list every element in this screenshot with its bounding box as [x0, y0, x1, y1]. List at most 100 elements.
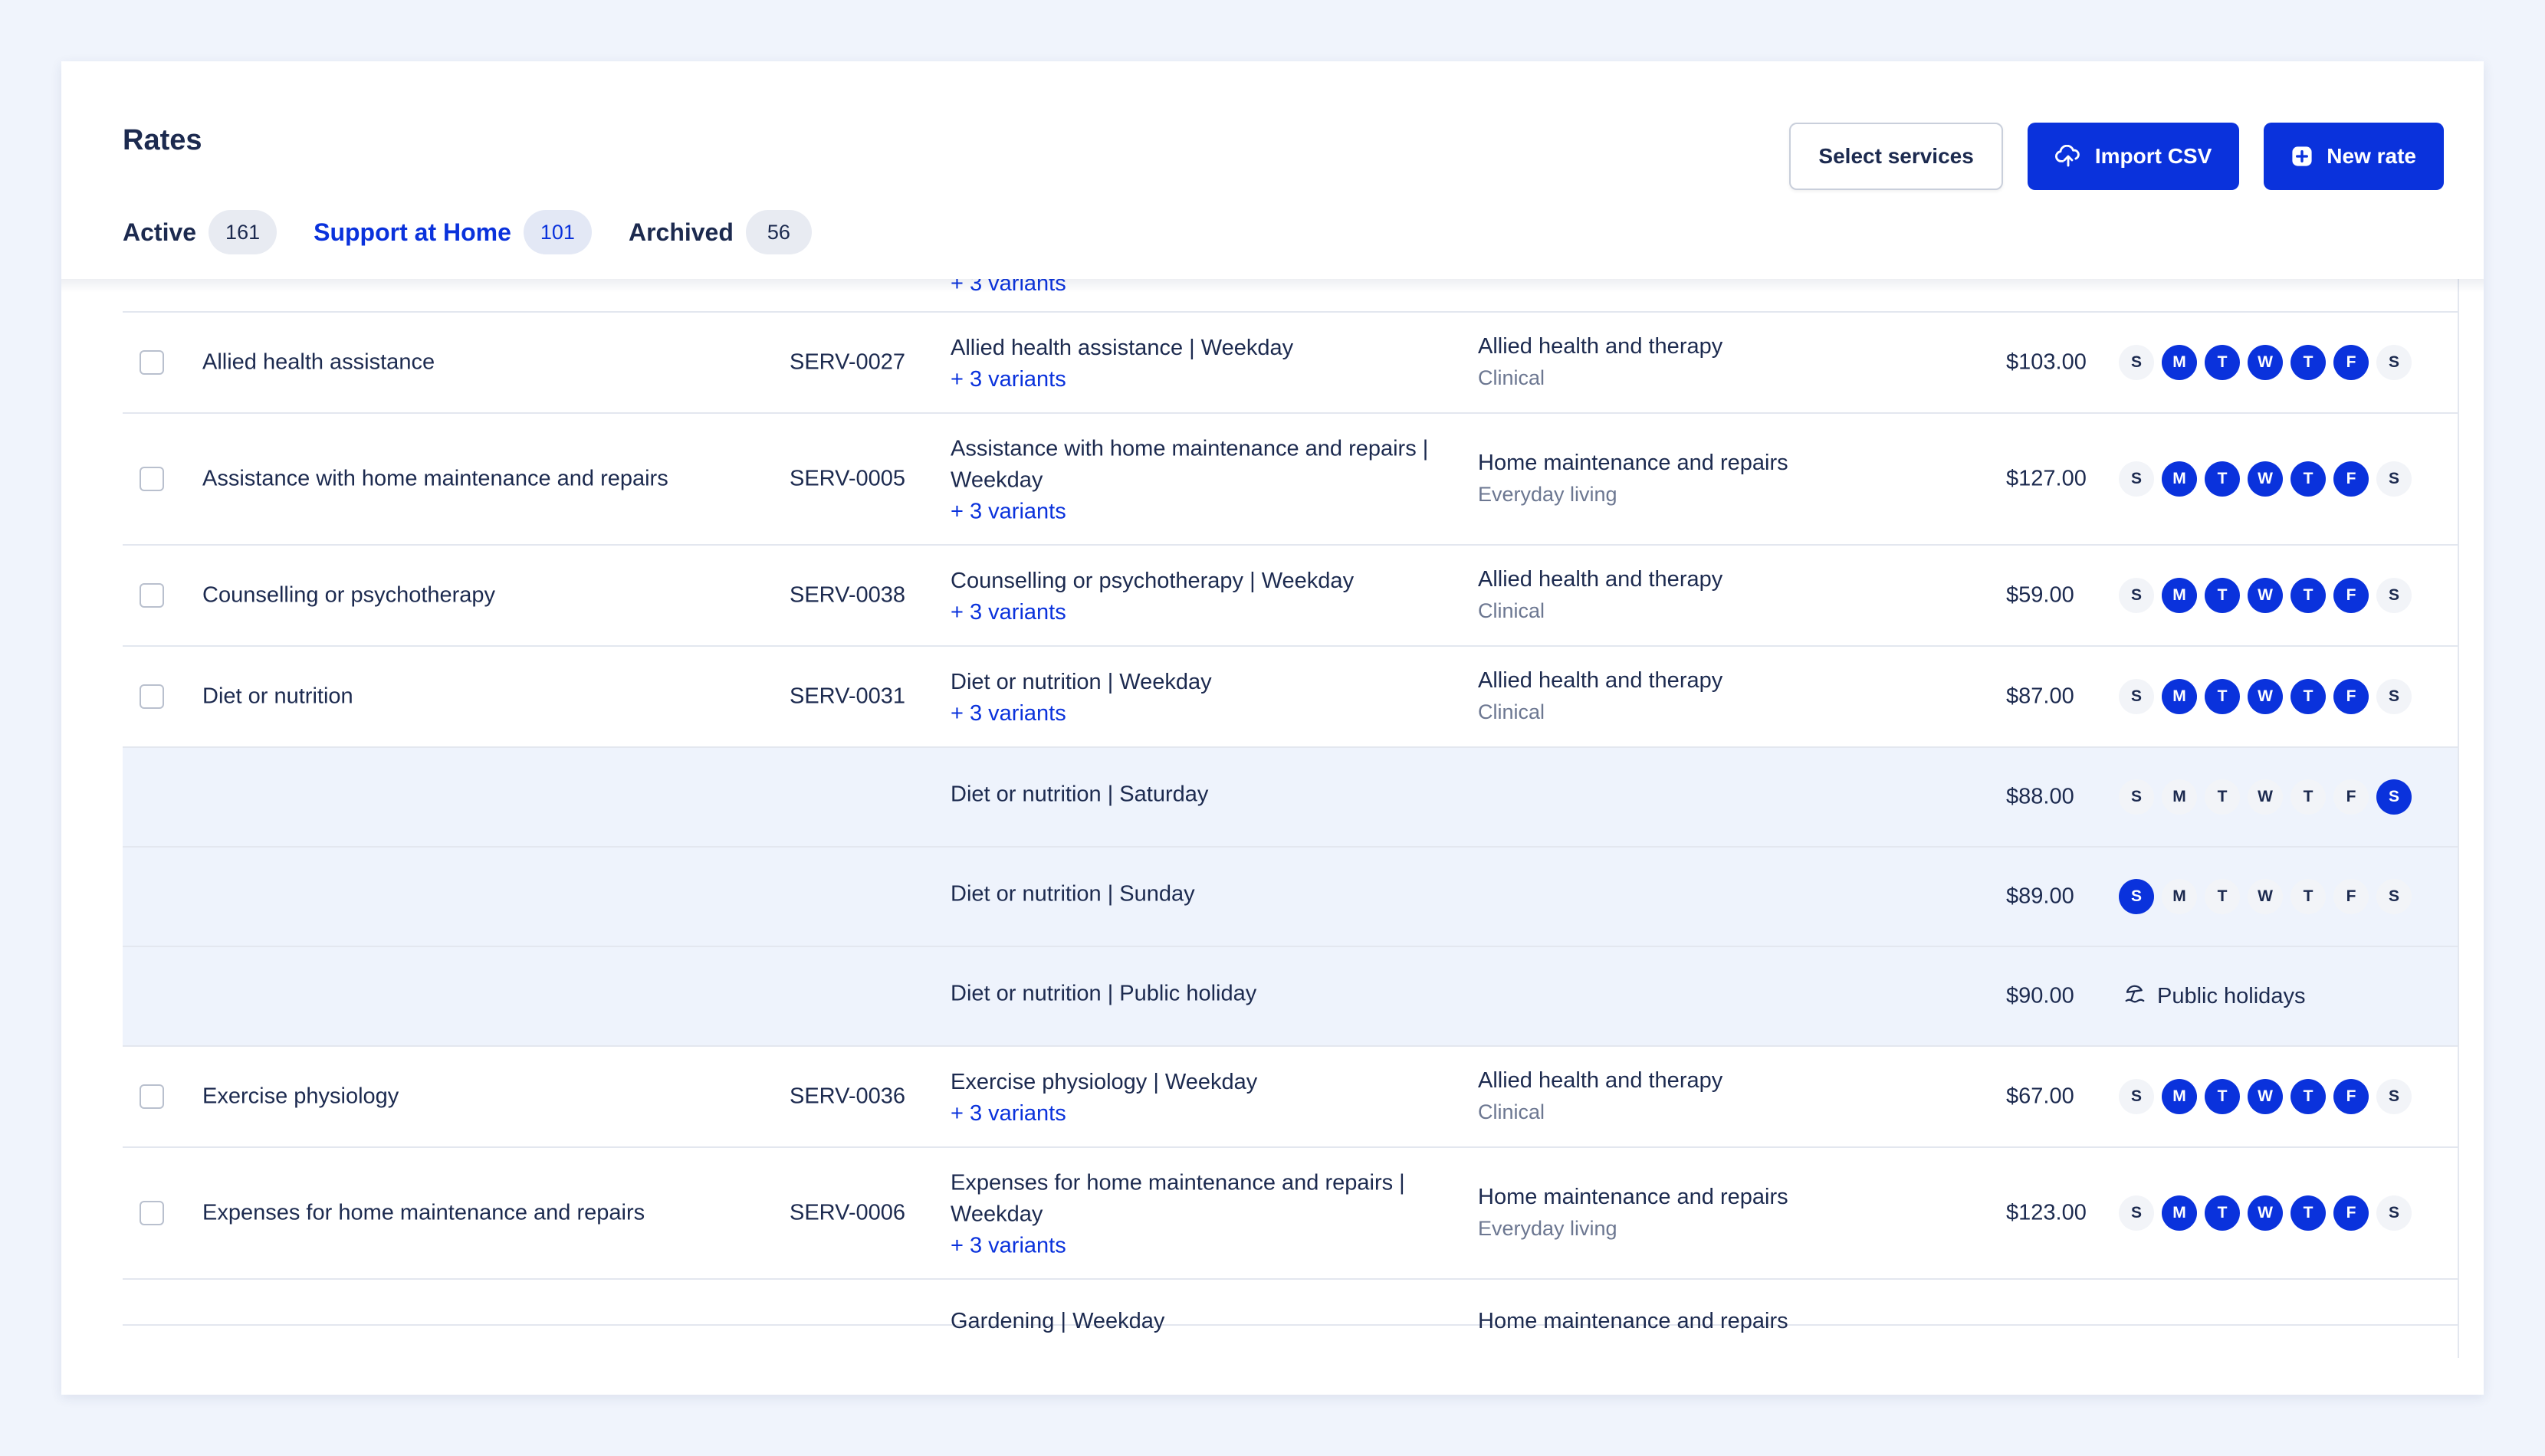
category-name: Home maintenance and repairs: [1478, 451, 1788, 475]
subcategory-name: Everyday living: [1478, 483, 1617, 506]
weekday-1-active: M: [2162, 1195, 2197, 1231]
category-cell: Allied health and therapy Clinical: [1478, 665, 1722, 728]
weekday-6-inactive: S: [2376, 578, 2412, 613]
weekday-indicators: SMTWTFS: [2119, 461, 2412, 497]
rate-cell: Assistance with home maintenance and rep…: [951, 434, 1472, 528]
rate-price: $87.00: [2006, 684, 2074, 709]
weekday-6-inactive: S: [2376, 879, 2412, 914]
weekday-0-inactive: S: [2119, 779, 2154, 815]
weekday-4-inactive: T: [2290, 879, 2326, 914]
tab-support-at-home[interactable]: Support at Home 101: [314, 208, 592, 282]
weekday-2-active: T: [2205, 1195, 2240, 1231]
select-services-label: Select services: [1818, 144, 1974, 168]
new-rate-label: New rate: [2327, 144, 2416, 168]
import-csv-button[interactable]: Import CSV: [2027, 123, 2240, 190]
tab-active[interactable]: Active 161: [123, 208, 277, 279]
weekday-6-inactive: S: [2376, 679, 2412, 714]
tab-count-badge: 56: [745, 210, 812, 254]
row-checkbox[interactable]: [140, 583, 164, 608]
category-name: Allied health and therapy: [1478, 1068, 1723, 1093]
weekday-indicators: SMTWTFS: [2119, 879, 2412, 914]
import-csv-label: Import CSV: [2094, 144, 2212, 168]
variants-link[interactable]: + 3 variants: [951, 497, 1472, 528]
weekday-indicators: SMTWTFS: [2119, 345, 2412, 380]
row-checkbox[interactable]: [140, 684, 164, 709]
table-row[interactable]: Diet or nutrition SERV-0031 Diet or nutrit…: [123, 647, 2458, 748]
weekday-1-active: M: [2162, 345, 2197, 380]
subcategory-name: Everyday living: [1478, 1217, 1617, 1240]
variants-link[interactable]: + 3 variants: [951, 1231, 1472, 1262]
weekday-6-inactive: S: [2376, 345, 2412, 380]
row-checkbox[interactable]: [140, 350, 164, 375]
cloud-upload-icon: [2054, 145, 2081, 168]
rate-name: Exercise physiology | Weekday: [951, 1070, 1258, 1094]
tab-label: Active: [123, 218, 197, 246]
tab-count-badge: 101: [523, 210, 592, 254]
select-services-button[interactable]: Select services: [1789, 123, 2003, 190]
table-row[interactable]: Allied health assistance SERV-0027 Allied …: [123, 313, 2458, 414]
variant-row: Diet or nutrition | Sunday $89.00 S M T W T F S: [123, 848, 2458, 947]
weekday-0-inactive: S: [2119, 679, 2154, 714]
weekday-0-inactive: S: [2119, 461, 2154, 497]
weekday-indicators: SMTWTFS: [2119, 779, 2412, 815]
weekday-2-active: T: [2205, 1079, 2240, 1114]
row-checkbox[interactable]: [140, 1084, 164, 1109]
tab-label: Support at Home: [314, 218, 511, 246]
weekday-1-active: M: [2162, 461, 2197, 497]
weekday-3-inactive: W: [2248, 879, 2283, 914]
table-row[interactable]: Assistance with home maintenance and rep…: [123, 414, 2458, 546]
plus-square-icon: [2291, 146, 2313, 167]
table-row[interactable]: Counselling or psychotherapy SERV-0038 Cou…: [123, 546, 2458, 647]
row-checkbox[interactable]: [140, 1201, 164, 1225]
weekday-indicators: SMTWTFS: [2119, 578, 2412, 613]
rate-cell: Allied health assistance | Weekday + 3 va…: [951, 333, 1472, 395]
variants-link[interactable]: + 3 variants: [951, 364, 1472, 395]
service-code: SERV-0038: [790, 582, 906, 608]
weekday-2-inactive: T: [2205, 779, 2240, 815]
category-cell: Home maintenance and repairs Everyday liv…: [1478, 448, 1788, 510]
weekday-4-active: T: [2290, 1079, 2326, 1114]
rate-price: $127.00: [2006, 466, 2087, 491]
weekday-6-active: S: [2376, 779, 2412, 815]
weekday-4-active: T: [2290, 461, 2326, 497]
weekday-2-active: T: [2205, 345, 2240, 380]
variants-link[interactable]: + 3 variants: [951, 597, 1472, 628]
row-checkbox[interactable]: [140, 467, 164, 491]
weekday-3-active: W: [2248, 578, 2283, 613]
weekday-0-inactive: S: [2119, 345, 2154, 380]
weekday-1-active: M: [2162, 679, 2197, 714]
service-name: Exercise physiology: [202, 1084, 399, 1109]
tab-archived[interactable]: Archived 56: [629, 208, 812, 279]
weekday-5-inactive: F: [2333, 879, 2369, 914]
category-cell: Home maintenance and repairs Everyday liv…: [1478, 1182, 1788, 1244]
new-rate-button[interactable]: New rate: [2264, 123, 2444, 190]
weekday-3-active: W: [2248, 345, 2283, 380]
variant-rate-name: Diet or nutrition | Saturday: [951, 782, 1209, 807]
weekday-5-active: F: [2333, 679, 2369, 714]
rate-tabs: Active 161 Support at Home 101 Archived 56: [123, 208, 812, 282]
tab-count-badge: 161: [209, 210, 277, 254]
variants-link[interactable]: + 3 variants: [951, 1098, 1472, 1130]
table-row[interactable]: Exercise physiology SERV-0036 Exercise phy…: [123, 1047, 2458, 1148]
table-row: + 3 variants: [123, 279, 2458, 313]
variants-link[interactable]: + 3 variants: [951, 279, 1472, 300]
subcategory-name: Clinical: [1478, 1100, 1545, 1123]
weekday-4-active: T: [2290, 578, 2326, 613]
weekday-3-active: W: [2248, 679, 2283, 714]
page-header: Rates Select services Import CSV New rat…: [61, 61, 2484, 282]
weekday-5-active: F: [2333, 578, 2369, 613]
rate-cell: Exercise physiology | Weekday + 3 variant…: [951, 1067, 1472, 1130]
weekday-6-inactive: S: [2376, 461, 2412, 497]
variants-link[interactable]: + 3 variants: [951, 698, 1472, 730]
category-name: Home maintenance and repairs: [1478, 1309, 1788, 1333]
weekday-5-active: F: [2333, 345, 2369, 380]
service-code: SERV-0005: [790, 466, 906, 491]
service-name: Expenses for home maintenance and repair…: [202, 1200, 645, 1225]
weekday-indicators: SMTWTFS: [2119, 1195, 2412, 1231]
weekday-6-inactive: S: [2376, 1079, 2412, 1114]
category-name: Allied health and therapy: [1478, 668, 1723, 693]
table-row[interactable]: Expenses for home maintenance and repair…: [123, 1148, 2458, 1280]
rate-name: Gardening | Weekday: [951, 1309, 1165, 1333]
rate-cell: Diet or nutrition | Weekday + 3 variants: [951, 667, 1472, 730]
service-name: Counselling or psychotherapy: [202, 582, 496, 608]
